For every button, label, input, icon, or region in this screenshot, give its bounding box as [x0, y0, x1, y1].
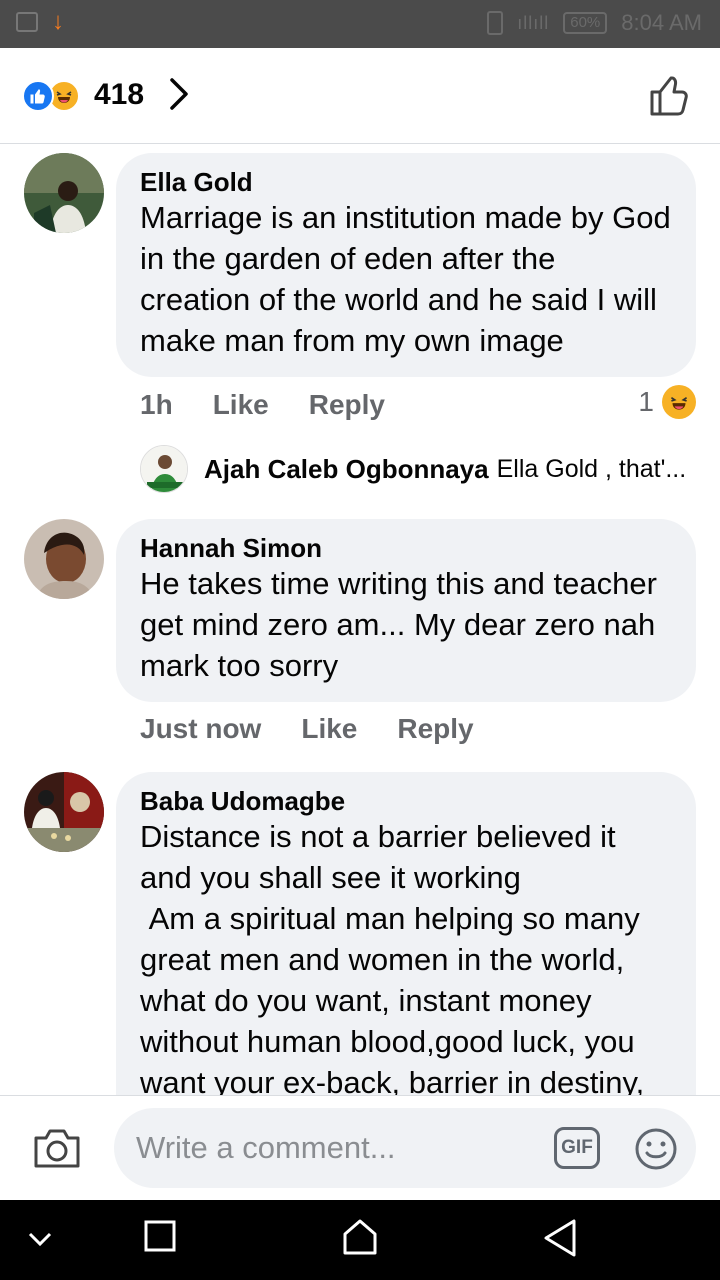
reply-text: Ella Gold , that'...: [496, 454, 687, 483]
comment-bubble[interactable]: Hannah Simon He takes time writing this …: [116, 519, 696, 702]
back-icon[interactable]: [542, 1218, 578, 1263]
comment-text: Distance is not a barrier believed it an…: [140, 819, 645, 1095]
comment-actions: Just now Like Reply: [140, 713, 474, 745]
haha-icon: [662, 385, 696, 419]
reply-button[interactable]: Reply: [309, 389, 385, 421]
system-nav-bar: [0, 1200, 720, 1280]
camera-icon[interactable]: [32, 1126, 82, 1175]
comment-bubble[interactable]: Ella Gold Marriage is an institution mad…: [116, 153, 696, 377]
like-post-button[interactable]: [648, 74, 692, 123]
download-icon: ↓: [52, 8, 64, 35]
signal-icon: ıllıll: [517, 12, 550, 33]
reaction-count[interactable]: 418: [94, 78, 144, 112]
comment-time: Just now: [140, 713, 262, 744]
reply-author[interactable]: Ajah Caleb Ogbonnaya: [204, 454, 489, 485]
like-reaction-icon: [22, 80, 54, 112]
avatar[interactable]: [24, 153, 104, 233]
avatar[interactable]: [24, 519, 104, 599]
comment-bubble[interactable]: Baba Udomagbe Distance is not a barrier …: [116, 772, 696, 1095]
comment-actions: 1h Like Reply: [140, 389, 385, 421]
comment-author[interactable]: Baba Udomagbe: [140, 786, 672, 816]
home-icon[interactable]: [342, 1218, 378, 1261]
status-bar: ↓ ıllıll 60% 8:04 AM: [0, 0, 720, 48]
battery-icon: 60%: [563, 12, 608, 34]
emoji-icon[interactable]: [634, 1127, 678, 1176]
comment-time: 1h: [140, 389, 173, 420]
reply-avatar[interactable]: [140, 445, 188, 493]
comment-input-wrapper[interactable]: GIF: [114, 1108, 696, 1188]
comment-text: Marriage is an institution made by God i…: [140, 200, 680, 358]
comment-list[interactable]: Ella Gold Marriage is an institution mad…: [0, 145, 720, 1095]
reactions-header: 418: [0, 48, 720, 144]
vibrate-icon: [487, 11, 504, 35]
comment-input[interactable]: [136, 1126, 536, 1170]
reply-button[interactable]: Reply: [397, 713, 473, 745]
avatar[interactable]: [24, 772, 104, 852]
comment-text: He takes time writing this and teacher g…: [140, 566, 666, 683]
comment-reactions[interactable]: 1: [638, 385, 696, 419]
comments-sheet: 418 Ella Gold Marriage is an institution…: [0, 48, 720, 1200]
like-button[interactable]: Like: [301, 713, 357, 745]
comment-author[interactable]: Hannah Simon: [140, 533, 672, 563]
comment-reaction-count: 1: [638, 386, 654, 417]
clock: 8:04 AM: [621, 10, 702, 35]
reaction-summary[interactable]: [22, 80, 80, 112]
comment-composer: GIF: [0, 1095, 720, 1200]
chevron-right-icon[interactable]: [168, 76, 190, 117]
gif-button[interactable]: GIF: [554, 1127, 600, 1169]
comment-author[interactable]: Ella Gold: [140, 167, 672, 197]
image-notification-icon: [16, 12, 38, 32]
like-button[interactable]: Like: [213, 389, 269, 421]
reply-preview[interactable]: Ajah Caleb Ogbonnaya Ella Gold , that'..…: [140, 445, 686, 493]
chevron-down-icon[interactable]: [26, 1228, 54, 1257]
recents-icon[interactable]: [144, 1220, 176, 1257]
